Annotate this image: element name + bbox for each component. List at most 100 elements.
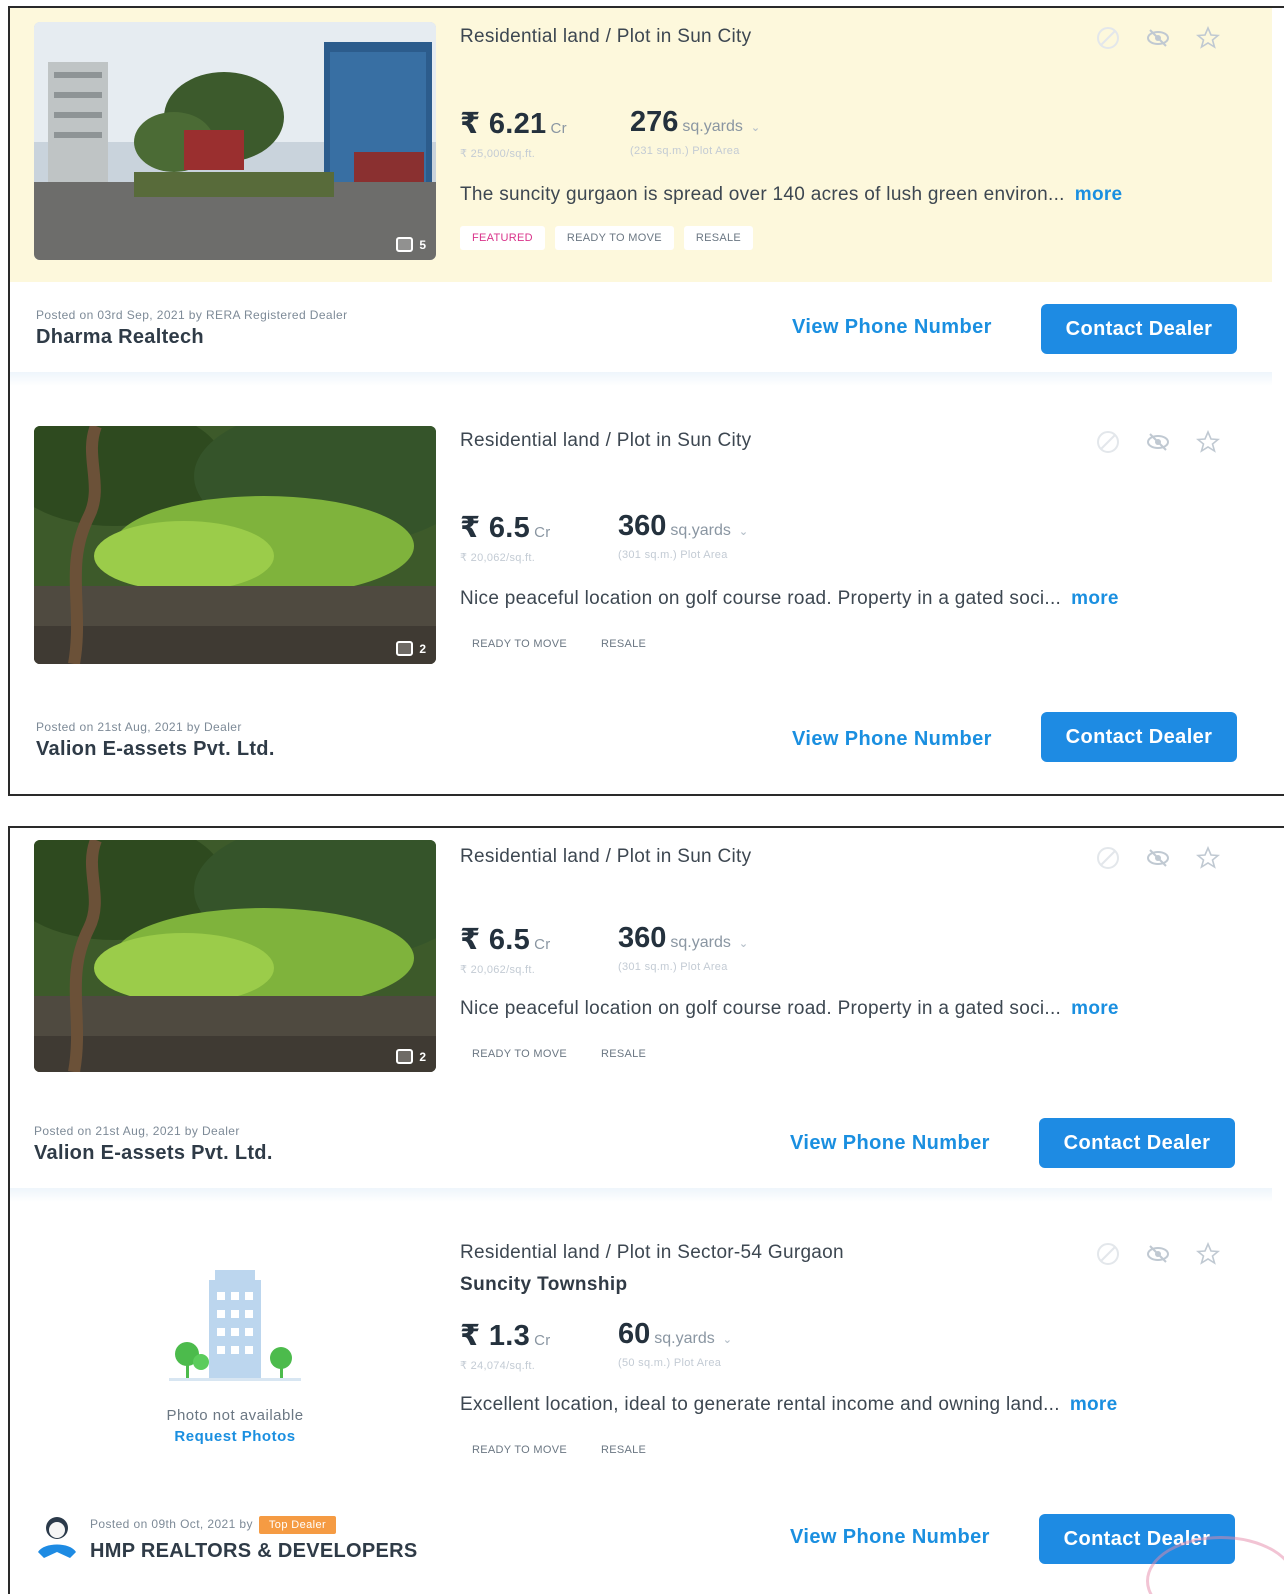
photo-not-available-text: Photo not available [166,1407,304,1424]
dealer-avatar-icon [38,1517,76,1558]
block-icon[interactable] [1096,430,1120,454]
photo-count: 2 [396,1049,426,1064]
hide-icon[interactable] [1146,26,1170,50]
contact-dealer-button[interactable]: Contact Dealer [1039,1118,1235,1168]
view-phone-number-link[interactable]: View Phone Number [790,1132,990,1155]
listing-actions [1096,846,1220,870]
area-block: 360 sq.yards ⌄ (301 sq.m.) Plot Area [618,922,748,976]
hide-icon[interactable] [1146,430,1170,454]
star-icon[interactable] [1196,26,1220,50]
area-block: 60 sq.yards ⌄ (50 sq.m.) Plot Area [618,1318,732,1372]
posted-info: Posted on 21st Aug, 2021 by Dealer [36,720,242,734]
area-unit-selector[interactable]: sq.yards [682,118,742,135]
chevron-down-icon[interactable]: ⌄ [739,526,748,538]
tag-resale: RESALE [600,638,647,650]
contact-dealer-button[interactable]: Contact Dealer [1041,712,1237,762]
view-phone-number-link[interactable]: View Phone Number [792,728,992,751]
listing-card: 5 Residential land / Plot in Sun City ₹ … [10,8,1272,386]
price-block: ₹ 6.21 Cr ₹ 25,000/sq.ft. [460,106,630,160]
top-dealer-badge: Top Dealer [258,1516,337,1534]
price-block: ₹ 6.5 Cr ₹ 20,062/sq.ft. [460,922,618,976]
gallery-icon [396,1049,414,1064]
dealer-name[interactable]: Dharma Realtech [36,326,204,349]
block-icon[interactable] [1096,1242,1120,1266]
building-icon [169,1270,301,1381]
listing-card: 2 Residential land / Plot in Sun City ₹ … [10,828,1272,1202]
photo-count: 5 [396,237,426,252]
price-unit: Cr [534,1332,551,1349]
listing-panel-2: 2 Residential land / Plot in Sun City ₹ … [8,826,1284,1594]
tag-featured: FEATURED [460,226,545,250]
price-unit: Cr [534,936,551,953]
price-value: ₹ 6.5 [460,924,531,956]
card-divider [10,372,1272,386]
listing-photo-plot[interactable]: 2 [34,426,436,664]
more-link[interactable]: more [1071,998,1119,1019]
area-sub: (231 sq.m.) Plot Area [630,145,740,157]
tag-ready-to-move: READY TO MOVE [472,1048,567,1060]
listing-photo-city[interactable]: 5 [34,22,436,260]
posted-info: Posted on 09th Oct, 2021 by Top Dealer [90,1516,337,1534]
chevron-down-icon[interactable]: ⌄ [739,938,748,950]
more-link[interactable]: more [1075,184,1123,205]
tag-resale: RESALE [683,226,754,250]
price-per-sqft: ₹ 25,000/sq.ft. [460,148,536,160]
price-unit: Cr [550,120,567,137]
tag-ready-to-move: READY TO MOVE [554,226,674,250]
hide-icon[interactable] [1146,846,1170,870]
block-icon[interactable] [1096,846,1120,870]
price-per-sqft: ₹ 24,074/sq.ft. [460,1360,536,1372]
listing-photo-plot[interactable]: 2 [34,840,436,1072]
tag-resale: RESALE [600,1048,647,1060]
area-unit-selector[interactable]: sq.yards [654,1330,714,1347]
request-photos-link[interactable]: Request Photos [34,1428,436,1445]
dealer-name[interactable]: Valion E-assets Pvt. Ltd. [34,1142,273,1165]
more-link[interactable]: more [1070,1394,1118,1415]
area-sub: (301 sq.m.) Plot Area [618,549,728,561]
listing-actions [1096,1242,1220,1266]
tag-list: READY TO MOVE RESALE [460,632,658,656]
star-icon[interactable] [1196,430,1220,454]
tag-list: READY TO MOVE RESALE [460,1042,658,1066]
chevron-down-icon[interactable]: ⌄ [723,1334,732,1346]
price-per-sqft: ₹ 20,062/sq.ft. [460,964,536,976]
block-icon[interactable] [1096,26,1120,50]
posted-info: Posted on 21st Aug, 2021 by Dealer [34,1124,240,1138]
price-unit: Cr [534,524,551,541]
area-value: 276 [630,106,679,138]
area-unit-selector[interactable]: sq.yards [670,934,730,951]
view-phone-number-link[interactable]: View Phone Number [790,1526,990,1549]
project-name[interactable]: Suncity Township [460,1274,1212,1296]
price-value: ₹ 1.3 [460,1320,531,1352]
star-icon[interactable] [1196,846,1220,870]
posted-info: Posted on 03rd Sep, 2021 by RERA Registe… [36,308,348,322]
listing-description: Excellent location, ideal to generate re… [460,1394,1118,1415]
area-value: 360 [618,510,667,542]
star-icon[interactable] [1196,1242,1220,1266]
chevron-down-icon[interactable]: ⌄ [751,122,760,134]
tag-resale: RESALE [600,1444,647,1456]
listing-description: The suncity gurgaon is spread over 140 a… [460,184,1123,205]
tag-list: READY TO MOVE RESALE [460,1438,658,1462]
price-per-sqft: ₹ 20,062/sq.ft. [460,552,536,564]
area-sub: (301 sq.m.) Plot Area [618,961,728,973]
more-link[interactable]: more [1071,588,1119,609]
listing-actions [1096,430,1220,454]
photo-count: 2 [396,641,426,656]
listing-card: Photo not available Request Photos Resid… [10,1202,1284,1594]
gallery-icon [396,641,414,656]
listing-description: Nice peaceful location on golf course ro… [460,998,1119,1019]
listing-card: 2 Residential land / Plot in Sun City ₹ … [10,386,1272,794]
dealer-name[interactable]: Valion E-assets Pvt. Ltd. [36,738,275,761]
area-block: 276 sq.yards ⌄ (231 sq.m.) Plot Area [630,106,760,160]
area-unit-selector[interactable]: sq.yards [670,522,730,539]
card-divider [10,1188,1272,1202]
contact-dealer-button[interactable]: Contact Dealer [1041,304,1237,354]
hide-icon[interactable] [1146,1242,1170,1266]
tag-ready-to-move: READY TO MOVE [472,638,567,650]
no-photo-placeholder: Photo not available Request Photos [34,1270,436,1445]
listing-description: Nice peaceful location on golf course ro… [460,588,1119,609]
view-phone-number-link[interactable]: View Phone Number [792,316,992,339]
gallery-icon [396,237,414,252]
dealer-name[interactable]: HMP REALTORS & DEVELOPERS [90,1540,418,1563]
